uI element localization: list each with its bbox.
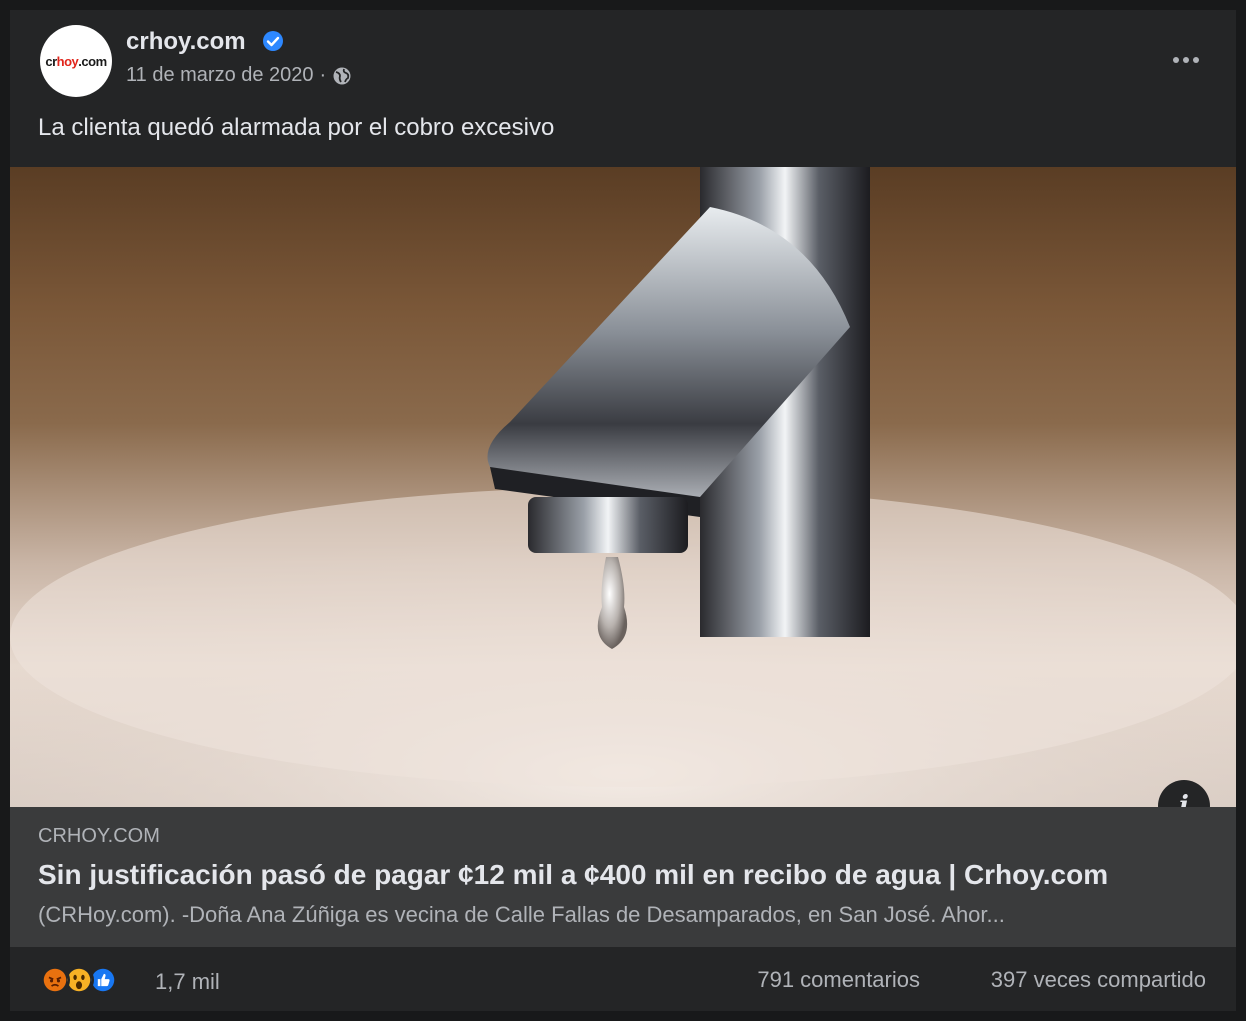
post-card: crhoy.com crhoy.com 11 de marzo de 2020 … (10, 10, 1236, 1011)
more-options-button[interactable] (1166, 40, 1206, 80)
link-domain: CRHOY.COM (38, 825, 160, 847)
post-date[interactable]: 11 de marzo de 2020 (126, 64, 314, 87)
page-avatar[interactable]: crhoy.com (40, 25, 112, 97)
globe-icon[interactable] (332, 66, 352, 86)
faucet-photo (10, 167, 1236, 807)
more-horizontal-icon (1173, 57, 1179, 63)
comments-count[interactable]: 791 comentarios (757, 967, 920, 993)
meta-separator: · (319, 64, 327, 86)
link-title[interactable]: Sin justificación pasó de pagar ¢12 mil … (38, 859, 1108, 891)
reaction-icons[interactable] (40, 965, 144, 995)
post-caption: La clienta quedó alarmada por el cobro e… (38, 114, 555, 141)
link-preview-image[interactable] (10, 167, 1236, 807)
post-header: crhoy.com crhoy.com 11 de marzo de 2020 … (10, 10, 1236, 110)
post-meta: 11 de marzo de 2020 · (126, 64, 352, 87)
verified-badge-icon (263, 31, 283, 51)
avatar-logo: crhoy.com (45, 53, 107, 69)
post-stats: 1,7 mil 791 comentarios 397 veces compar… (10, 947, 1236, 1011)
shares-count[interactable]: 397 veces compartido (991, 967, 1206, 993)
angry-reaction-icon (40, 965, 70, 995)
more-dot (1193, 57, 1199, 63)
more-dot (1183, 57, 1189, 63)
link-preview-box[interactable]: CRHOY.COM Sin justificación pasó de paga… (10, 807, 1236, 947)
reaction-count[interactable]: 1,7 mil (155, 969, 220, 995)
page-name-link[interactable]: crhoy.com (126, 28, 246, 56)
link-description: (CRHoy.com). -Doña Ana Zúñiga es vecina … (38, 902, 1005, 927)
